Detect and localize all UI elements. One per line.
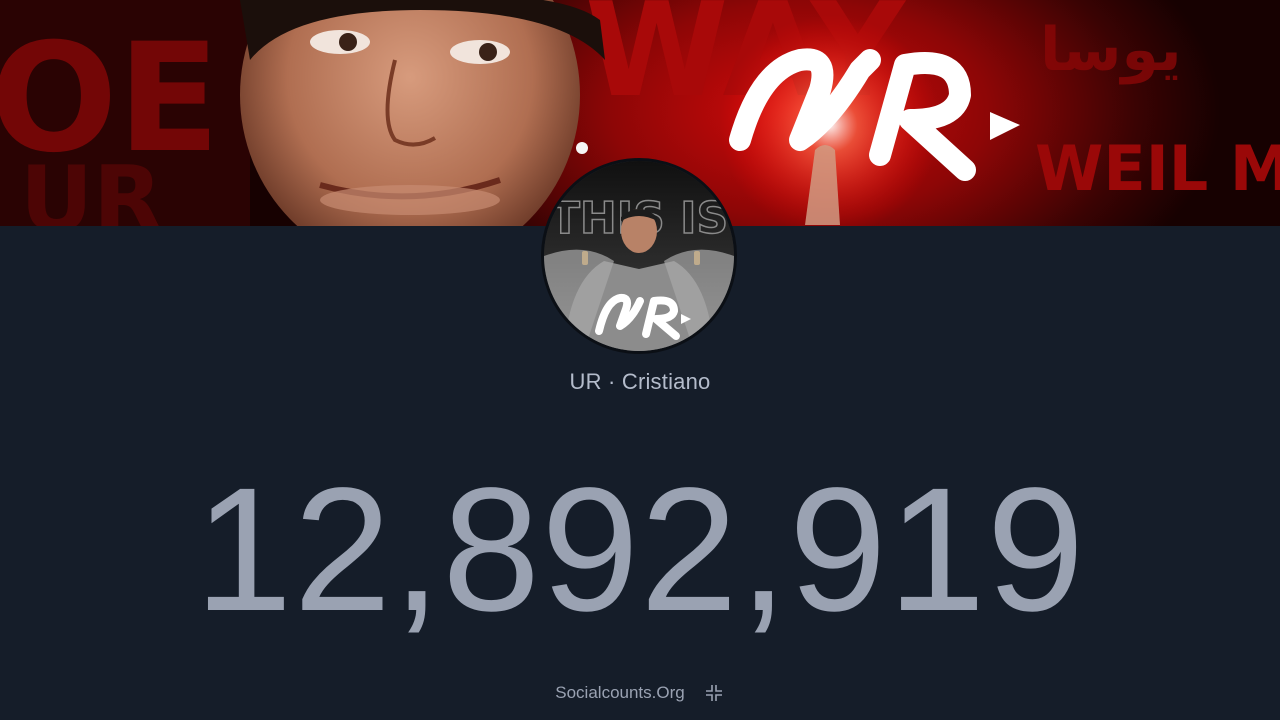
page: OE UR WAY ﯾﻮﺳﺎ WEIL M bbox=[0, 0, 1280, 720]
svg-text:ﯾﻮﺳﺎ: ﯾﻮﺳﺎ bbox=[1040, 15, 1182, 85]
footer: Socialcounts.Org bbox=[0, 680, 1280, 706]
collapse-arrows-icon[interactable] bbox=[703, 682, 725, 704]
banner-word-weil: WEIL M bbox=[1035, 132, 1280, 205]
site-link[interactable]: Socialcounts.Org bbox=[555, 683, 684, 703]
subscriber-count: 12,892,919 bbox=[194, 452, 1086, 648]
svg-text:UR: UR bbox=[20, 147, 162, 226]
avatar-image: THIS IS bbox=[544, 161, 734, 351]
channel-name: UR · Cristiano bbox=[569, 369, 711, 394]
channel-avatar[interactable]: THIS IS bbox=[541, 158, 737, 354]
